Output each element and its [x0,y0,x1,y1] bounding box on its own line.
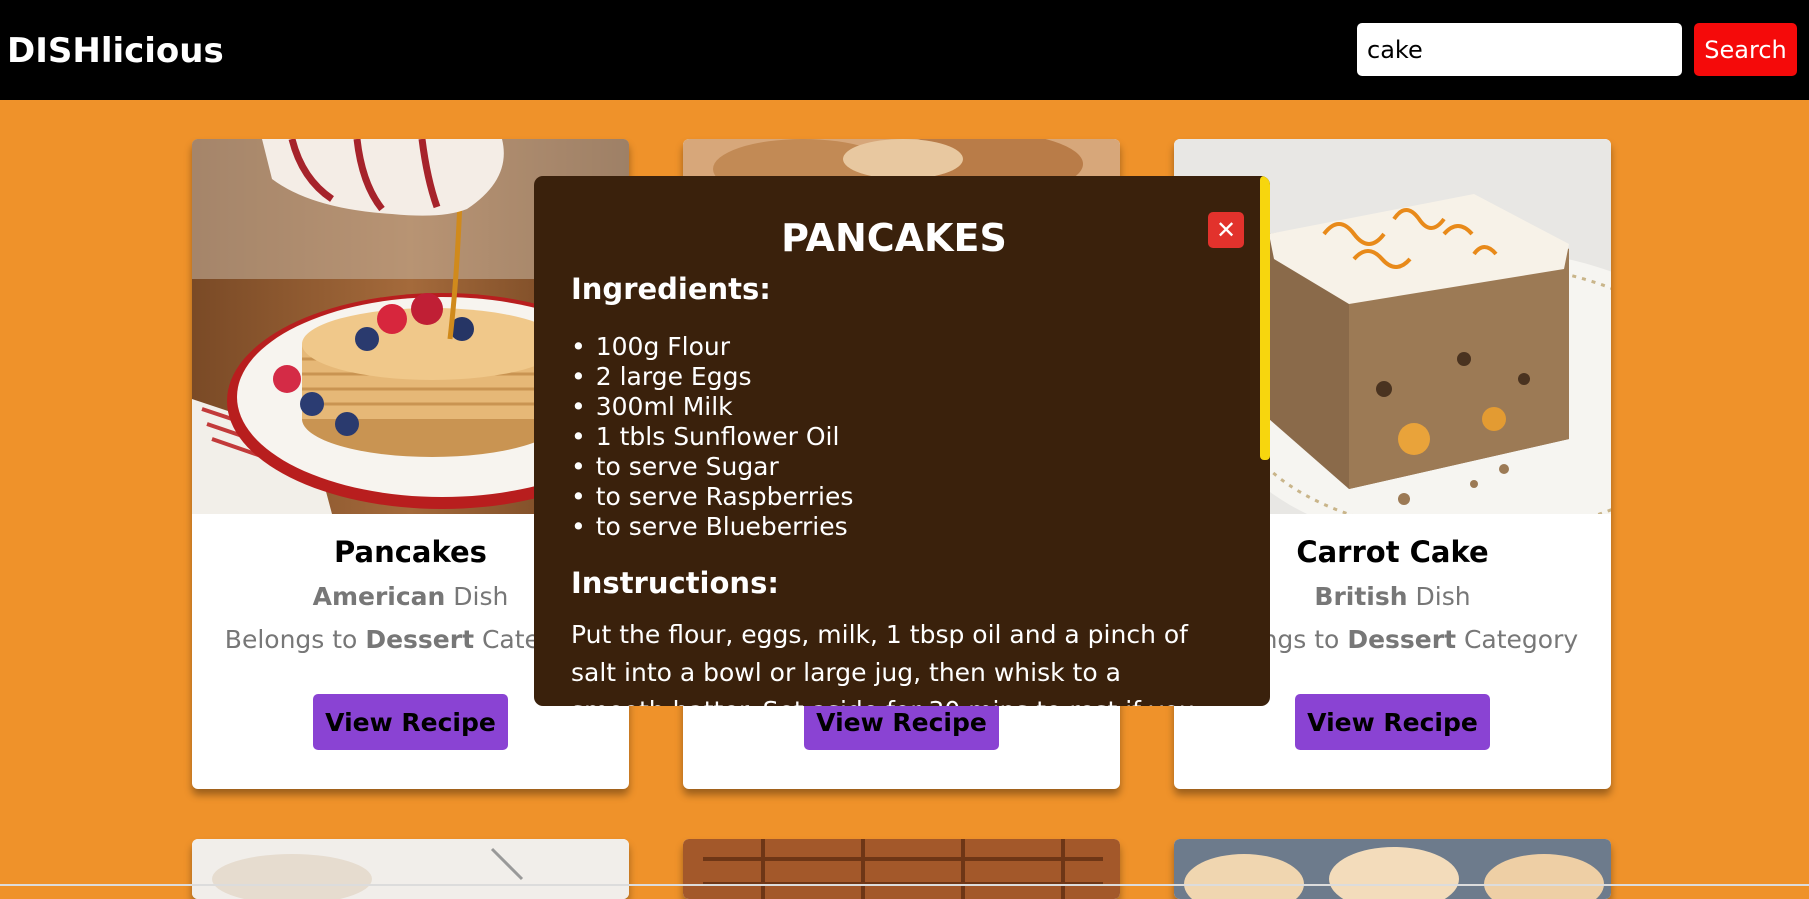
ingredient-item: to serve Sugar [571,452,853,482]
instructions-text: Put the flour, eggs, milk, 1 tbsp oil an… [571,620,1195,706]
brand-logo[interactable]: DISHlicious [7,31,224,71]
ingredient-item: 100g Flour [571,332,853,362]
view-recipe-button[interactable]: View Recipe [313,694,508,750]
search-button[interactable]: Search [1694,23,1797,76]
close-icon[interactable]: ✕ [1208,212,1244,248]
modal-title: PANCAKES [781,216,1007,260]
ingredient-item: 2 large Eggs [571,362,853,392]
ingredients-heading: Ingredients: [571,272,771,306]
ingredient-item: to serve Blueberries [571,512,853,542]
ingredient-item: to serve Raspberries [571,482,854,512]
recipe-card-row2-3 [1174,839,1611,899]
recipe-card-row2-2 [683,839,1120,899]
recipe-image [192,839,629,899]
recipe-image [1174,839,1611,899]
ingredient-item: 1 tbls Sunflower Oil [571,422,853,452]
top-navbar: DISHlicious Search [0,0,1809,100]
view-recipe-button[interactable]: View Recipe [1295,694,1490,750]
ingredient-item: 300ml Milk [571,392,853,422]
modal-scrollbar[interactable] [1260,176,1270,460]
recipe-image [683,839,1120,899]
instructions-heading: Instructions: [571,566,779,600]
ingredients-list: 100g Flour 2 large Eggs 300ml Milk 1 tbl… [571,332,854,542]
recipe-modal: PANCAKES ✕ Ingredients: 100g Flour 2 lar… [534,176,1270,706]
recipe-card-row2-1 [192,839,629,899]
search-input[interactable] [1357,23,1682,76]
